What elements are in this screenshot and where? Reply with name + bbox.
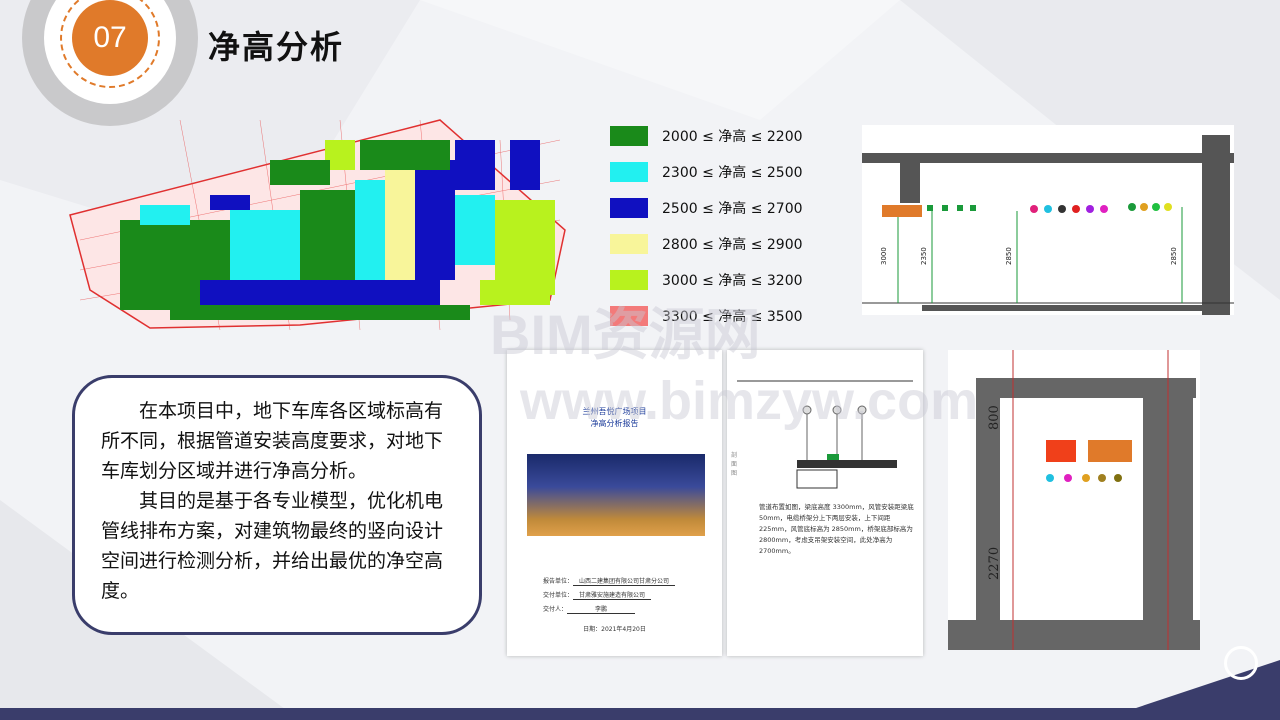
description-paragraph-1: 在本项目中，地下车库各区域标高有所不同，根据管道安装高度要求，对地下车库划分区域… xyxy=(101,400,444,482)
detail-description: 管道布置如图，梁底高度 3300mm，风管安装距梁底50mm，电缆桥架分上下两层… xyxy=(759,503,914,555)
report-date: 日期：2021年4月20日 xyxy=(583,626,646,633)
page-title: 净高分析 xyxy=(208,28,345,66)
report-field-1: 报告单位： 山西二建集团有限公司甘肃分公司 xyxy=(543,576,676,586)
legend-label: 3300 ≤ 净高 ≤ 3500 xyxy=(662,309,803,325)
legend-label: 3000 ≤ 净高 ≤ 3200 xyxy=(662,273,803,289)
dimension-label: 2270 xyxy=(987,547,1002,580)
legend-item: 2500 ≤ 净高 ≤ 2700 xyxy=(610,190,803,226)
description-box: 在本项目中，地下车库各区域标高有所不同，根据管道安装高度要求，对地下车库划分区域… xyxy=(72,375,482,635)
bottom-band xyxy=(0,708,1280,720)
legend-label: 2800 ≤ 净高 ≤ 2900 xyxy=(662,237,803,253)
legend-label: 2300 ≤ 净高 ≤ 2500 xyxy=(662,165,803,181)
ring-icon xyxy=(1224,646,1258,680)
legend-swatch xyxy=(610,270,648,290)
legend-item: 2800 ≤ 净高 ≤ 2900 xyxy=(610,226,803,262)
legend-item: 2000 ≤ 净高 ≤ 2200 xyxy=(610,118,803,154)
dimension-label: 3000 xyxy=(880,247,888,265)
legend-item: 3300 ≤ 净高 ≤ 3500 xyxy=(610,298,803,334)
dimension-label: 800 xyxy=(987,405,1002,430)
section-drawing-1: 3000 2350 2850 2850 xyxy=(862,125,1234,315)
legend-swatch xyxy=(610,162,648,182)
legend-label: 2000 ≤ 净高 ≤ 2200 xyxy=(662,129,803,145)
legend-swatch xyxy=(610,126,648,146)
description-paragraph-2: 其目的是基于各专业模型，优化机电管线排布方案，对建筑物最终的竖向设计空间进行检测… xyxy=(101,490,444,602)
report-field-3: 交付人： 李鹏 xyxy=(543,604,636,614)
report-field-2: 交付单位： 甘肃雅安施建造有限公司 xyxy=(543,590,652,600)
legend-swatch xyxy=(610,234,648,254)
legend-item: 3000 ≤ 净高 ≤ 3200 xyxy=(610,262,803,298)
section-number-badge: 07 xyxy=(72,0,148,76)
mall-photo xyxy=(527,454,705,536)
section-drawing-2: 800 2270 xyxy=(948,350,1200,650)
report-cover-document: 兰州吾悦广场项目 净高分析报告 报告单位： 山西二建集团有限公司甘肃分公司 交付单… xyxy=(507,350,722,656)
report-title-line-2: 净高分析报告 xyxy=(590,419,639,428)
detail-section-drawing xyxy=(737,380,913,489)
legend-label: 2500 ≤ 净高 ≤ 2700 xyxy=(662,201,803,217)
legend-swatch xyxy=(610,198,648,218)
dimension-label: 2350 xyxy=(920,247,928,265)
dimension-label: 2850 xyxy=(1005,247,1013,265)
dimension-label: 2850 xyxy=(1170,247,1178,265)
report-title-line-1: 兰州吾悦广场项目 xyxy=(582,407,647,416)
report-detail-document: 剖面图 管道布置如图，梁底高度 3300mm，风管安装距梁底50mm，电缆桥架分… xyxy=(727,350,923,656)
detail-side-label: 剖面图 xyxy=(731,452,738,477)
height-legend: 2000 ≤ 净高 ≤ 2200 2300 ≤ 净高 ≤ 2500 2500 ≤… xyxy=(610,118,803,334)
floor-plan-image xyxy=(69,119,566,331)
legend-item: 2300 ≤ 净高 ≤ 2500 xyxy=(610,154,803,190)
legend-swatch xyxy=(610,306,648,326)
